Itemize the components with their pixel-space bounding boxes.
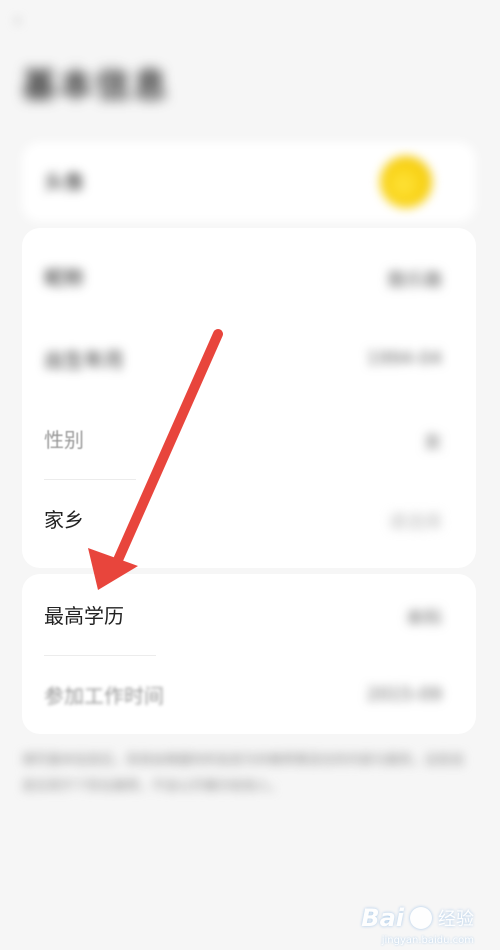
watermark: Bai 经验 [361, 904, 474, 932]
watermark-suffix: 经验 [438, 909, 474, 930]
watermark-url: jingyan.baidu.com [381, 935, 474, 946]
watermark-brand: Bai [361, 904, 404, 932]
paw-icon [410, 907, 432, 929]
annotation-arrow-icon [88, 329, 223, 590]
